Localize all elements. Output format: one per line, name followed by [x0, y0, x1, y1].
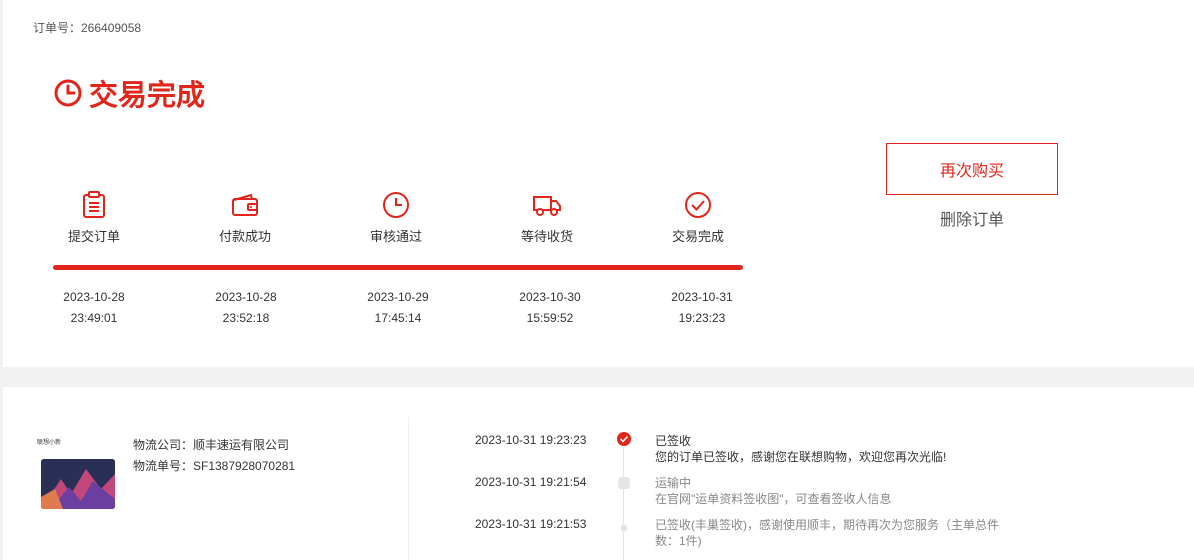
logistics-company: 物流公司：顺丰速运有限公司	[133, 438, 290, 452]
logistics-card: 联想小新 物流公司：顺丰速运有限公司 物流单号：SF1387928070281 …	[3, 387, 1194, 560]
step-label: 付款成功	[218, 229, 271, 244]
truck-icon	[533, 196, 561, 216]
order-status: 交易完成	[53, 72, 205, 114]
step-time: 2023-10-30 15:59:52	[519, 290, 581, 325]
status-title: 交易完成	[89, 80, 206, 112]
timeline-line	[623, 447, 624, 560]
event-info: 运输中 在官网"运单资料签收图"，可查看签收人信息	[655, 476, 892, 506]
step-label: 提交订单	[67, 229, 120, 244]
clock-icon	[383, 192, 409, 218]
tracking-number: 物流单号：SF1387928070281	[133, 459, 296, 473]
tablet-image	[41, 459, 115, 509]
step-waiting: 等待收货	[502, 190, 592, 245]
step-label: 审核通过	[369, 229, 422, 244]
product-image[interactable]: 联想小新	[36, 437, 118, 513]
wallet-icon	[232, 193, 258, 216]
dot-node-icon	[620, 519, 628, 537]
delete-order-link[interactable]: 删除订单	[886, 206, 1058, 230]
check-node-icon	[617, 432, 631, 451]
progress-bar	[53, 265, 743, 270]
order-number: 订单号：266409058	[33, 21, 142, 35]
clock-icon	[54, 79, 82, 107]
divider	[408, 417, 409, 560]
step-time: 2023-10-29 17:45:14	[367, 290, 429, 325]
step-submit: 提交订单	[49, 190, 139, 245]
event-info: 已签收 您的订单已签收，感谢您在联想购物，欢迎您再次光临!	[655, 434, 947, 464]
event-info: 已签收(丰巢签收)，感谢使用顺丰，期待再次为您服务（主单总件数：1件)	[655, 518, 999, 548]
step-label: 等待收货	[520, 229, 573, 244]
step-time: 2023-10-28 23:49:01	[63, 290, 125, 325]
rebuy-button[interactable]: 再次购买	[886, 143, 1058, 195]
order-status-card: 订单号：266409058 交易完成 提交订单 付款成功 审核通过 等待收货 交…	[3, 0, 1194, 367]
event-time: 2023-10-31 19:21:54	[475, 475, 587, 489]
step-label: 交易完成	[671, 229, 724, 244]
event-time: 2023-10-31 19:21:53	[475, 517, 587, 531]
transit-node-icon	[617, 476, 631, 494]
step-time: 2023-10-28 23:52:18	[215, 290, 277, 325]
step-paid: 付款成功	[200, 190, 290, 245]
product-brand-text: 联想小新	[37, 440, 62, 446]
clipboard-icon	[83, 191, 105, 218]
event-time: 2023-10-31 19:23:23	[475, 433, 587, 447]
logistics-info: 物流公司：顺丰速运有限公司 物流单号：SF1387928070281	[133, 435, 295, 477]
step-complete: 交易完成	[653, 190, 743, 245]
check-circle-icon	[685, 192, 711, 218]
step-time: 2023-10-31 19:23:23	[671, 290, 733, 325]
step-reviewed: 审核通过	[351, 190, 441, 245]
